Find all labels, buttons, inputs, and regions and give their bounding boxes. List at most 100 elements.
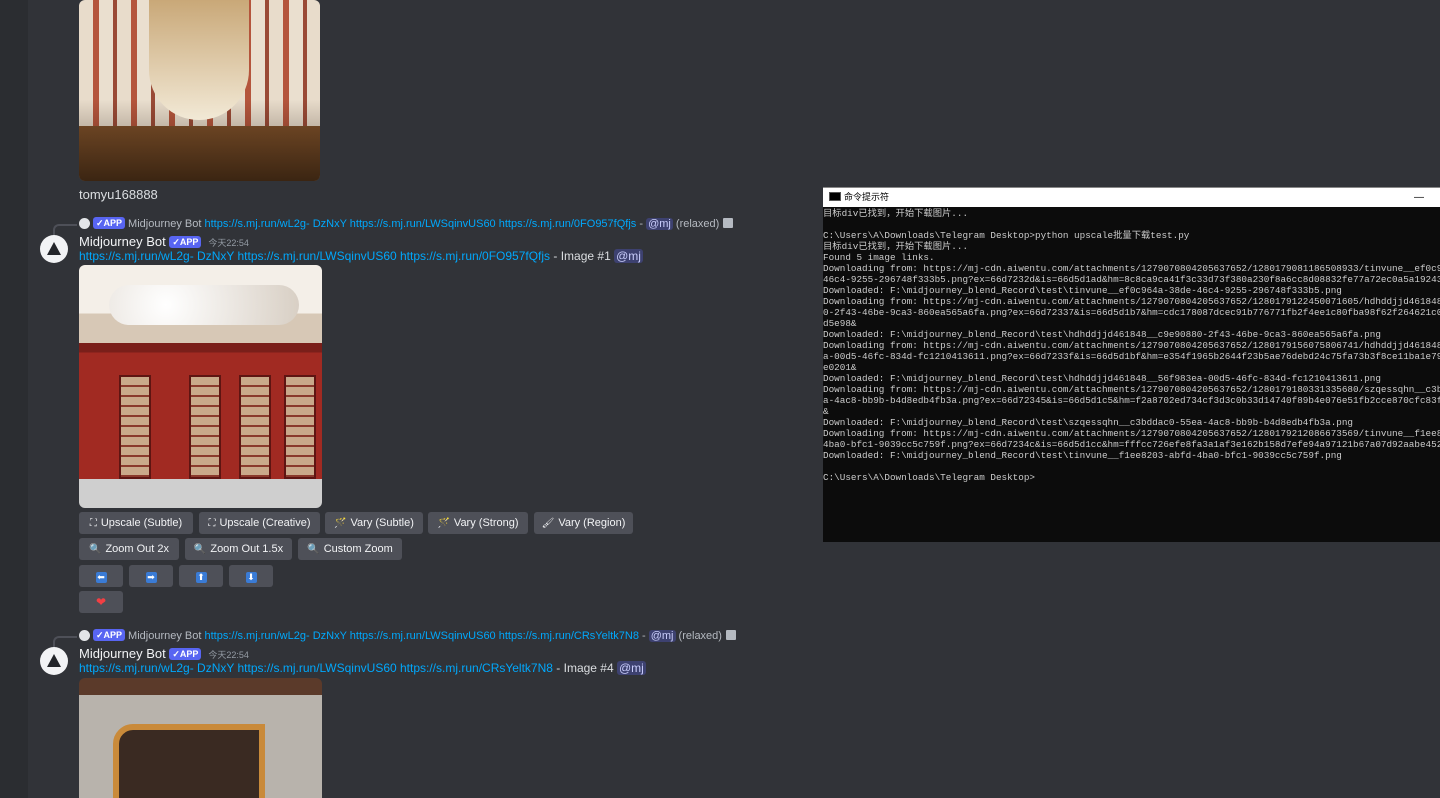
heart-icon: ❤ <box>95 595 107 609</box>
author-name[interactable]: Midjourney Bot <box>79 646 166 661</box>
image-detail <box>109 285 299 325</box>
terminal-line: e0201& <box>823 362 857 373</box>
reply-links[interactable]: https://s.mj.run/wL2g- DzNxY https://s.m… <box>204 218 636 230</box>
button-label: Upscale (Creative) <box>219 517 311 529</box>
terminal-line: 46c4-9255-296748f333b5.png?ex=66d7232d&i… <box>823 274 1440 285</box>
image-icon <box>725 630 736 640</box>
terminal-line: Downloaded: F:\midjourney_blend_Record\t… <box>823 450 1342 461</box>
message-suffix: - Image #1 <box>550 249 615 263</box>
reply-author[interactable]: Midjourney Bot <box>128 218 201 230</box>
terminal-line: 4ba0-bfc1-9039cc5c759f.png?ex=66d7234c&i… <box>823 439 1440 450</box>
image-attachment-building[interactable] <box>79 678 322 798</box>
reply-spine <box>53 636 77 648</box>
pan-up-button[interactable]: ⬆ <box>179 565 223 587</box>
message-links[interactable]: https://s.mj.run/wL2g- DzNxY https://s.m… <box>79 249 550 263</box>
command-prompt-window[interactable]: 命令提示符 — 目标div已找到，开始下载图片... C:\Users\A\Do… <box>823 187 1440 542</box>
reply-avatar-icon <box>79 630 90 641</box>
reply-mode: (relaxed) <box>672 218 720 230</box>
app-badge: ✓APP <box>93 629 126 641</box>
upscale-subtle-button[interactable]: ⛶ Upscale (Subtle) <box>79 512 193 534</box>
button-label: Zoom Out 2x <box>105 543 170 555</box>
reply-mode: (relaxed) <box>675 630 722 642</box>
message-content: https://s.mj.run/wL2g- DzNxY https://s.m… <box>79 661 646 675</box>
terminal-line: Downloaded: F:\midjourney_blend_Record\t… <box>823 373 1381 384</box>
button-label: Vary (Region) <box>558 517 626 529</box>
brush-icon: 🖌 <box>541 518 555 529</box>
image-detail <box>79 126 320 181</box>
upscale-icon: ⛶ <box>208 518 216 529</box>
button-label: Upscale (Subtle) <box>100 517 183 529</box>
app-badge: ✓APP <box>169 648 202 660</box>
terminal-line: Downloaded: F:\midjourney_blend_Record\t… <box>823 417 1354 428</box>
zoom-out-2x-button[interactable]: 🔍 Zoom Out 2x <box>79 538 179 560</box>
magnifier-icon: 🔍 <box>193 544 207 555</box>
reply-mention[interactable]: @mj <box>648 630 676 642</box>
author-name[interactable]: Midjourney Bot <box>79 234 166 249</box>
terminal-line: Downloaded: F:\midjourney_blend_Record\t… <box>823 329 1381 340</box>
terminal-line: 0-2f43-46be-9ca3-860ea565a6fa.png?ex=66d… <box>823 307 1440 318</box>
timestamp: 今天22:54 <box>208 238 249 248</box>
terminal-line: Downloading from: https://mj-cdn.aiwentu… <box>823 263 1440 274</box>
message-author-line: Midjourney Bot ✓APP 今天22:54 <box>79 646 249 661</box>
arrow-down-icon: ⬇ <box>245 572 257 583</box>
pan-right-button[interactable]: ➡ <box>129 565 173 587</box>
terminal-line: 目标div已找到，开始下载图片... <box>823 241 969 252</box>
image-detail <box>189 375 221 479</box>
image-detail <box>149 0 249 120</box>
magic-wand-icon: 🪄 <box>334 518 347 529</box>
vary-strong-button[interactable]: 🪄 Vary (Strong) <box>428 512 528 534</box>
terminal-line: a-00d5-46fc-834d-fc1210413611.png?ex=66d… <box>823 351 1440 362</box>
terminal-line: 目标div已找到，开始下载图片... <box>823 208 969 219</box>
terminal-output[interactable]: 目标div已找到，开始下载图片... C:\Users\A\Downloads\… <box>823 207 1440 541</box>
terminal-line: Downloading from: https://mj-cdn.aiwentu… <box>823 296 1440 307</box>
reply-mention[interactable]: @mj <box>646 218 673 230</box>
image-detail <box>113 724 265 798</box>
magnifier-icon: 🔍 <box>88 544 102 555</box>
terminal-line: C:\Users\A\Downloads\Telegram Desktop> <box>823 472 1036 483</box>
message-author-line: Midjourney Bot ✓APP 今天22:54 <box>79 234 249 249</box>
terminal-line: Downloading from: https://mj-cdn.aiwentu… <box>823 428 1440 439</box>
favorite-button[interactable]: ❤ <box>79 591 123 613</box>
button-label: Vary (Subtle) <box>350 517 414 529</box>
avatar[interactable] <box>40 647 68 675</box>
arrow-right-icon: ➡ <box>145 572 157 583</box>
terminal-line: C:\Users\A\Downloads\Telegram Desktop>py… <box>823 230 1190 241</box>
pan-down-button[interactable]: ⬇ <box>229 565 273 587</box>
minimize-button[interactable]: — <box>1414 188 1424 207</box>
terminal-line: d5e98& <box>823 318 857 329</box>
message-mention[interactable]: @mj <box>614 249 643 263</box>
magnifier-icon: 🔍 <box>307 544 320 555</box>
reply-reference[interactable]: ✓APP Midjourney Bot https://s.mj.run/wL2g… <box>53 217 734 236</box>
image-detail <box>284 375 316 479</box>
terminal-line: Downloaded: F:\midjourney_blend_Record\t… <box>823 285 1342 296</box>
message-suffix: - Image #4 <box>552 661 617 675</box>
terminal-line: & <box>823 406 829 417</box>
image-detail <box>119 375 151 479</box>
reply-avatar-icon <box>79 218 90 229</box>
reply-author[interactable]: Midjourney Bot <box>128 630 201 642</box>
message-username: tomyu168888 <box>79 187 158 202</box>
window-title: 命令提示符 <box>844 192 890 202</box>
image-attachment-church[interactable] <box>79 0 320 181</box>
terminal-line: a-4ac8-bb9b-b4d8edb4fb3a.png?ex=66d72345… <box>823 395 1440 406</box>
custom-zoom-button[interactable]: 🔍 Custom Zoom <box>298 538 402 560</box>
avatar[interactable] <box>40 235 68 263</box>
button-label: Custom Zoom <box>323 543 393 555</box>
app-badge: ✓APP <box>93 217 126 229</box>
upscale-icon: ⛶ <box>89 518 97 529</box>
reply-links[interactable]: https://s.mj.run/wL2g- DzNxY https://s.m… <box>204 630 638 642</box>
image-attachment-upscaled[interactable] <box>79 265 322 508</box>
message-links[interactable]: https://s.mj.run/wL2g- DzNxY https://s.m… <box>79 661 553 675</box>
message-mention[interactable]: @mj <box>616 661 646 675</box>
vary-subtle-button[interactable]: 🪄 Vary (Subtle) <box>325 512 423 534</box>
image-detail <box>239 375 271 479</box>
vary-region-button[interactable]: 🖌 Vary (Region) <box>534 512 633 534</box>
reply-reference[interactable]: ✓APP Midjourney Bot https://s.mj.run/wL2g… <box>53 629 736 648</box>
zoom-out-1.5x-button[interactable]: 🔍 Zoom Out 1.5x <box>185 538 292 560</box>
window-titlebar[interactable]: 命令提示符 — <box>823 188 1440 207</box>
timestamp: 今天22:54 <box>208 650 249 660</box>
upscale-creative-button[interactable]: ⛶ Upscale (Creative) <box>199 512 320 534</box>
pan-left-button[interactable]: ⬅ <box>79 565 123 587</box>
